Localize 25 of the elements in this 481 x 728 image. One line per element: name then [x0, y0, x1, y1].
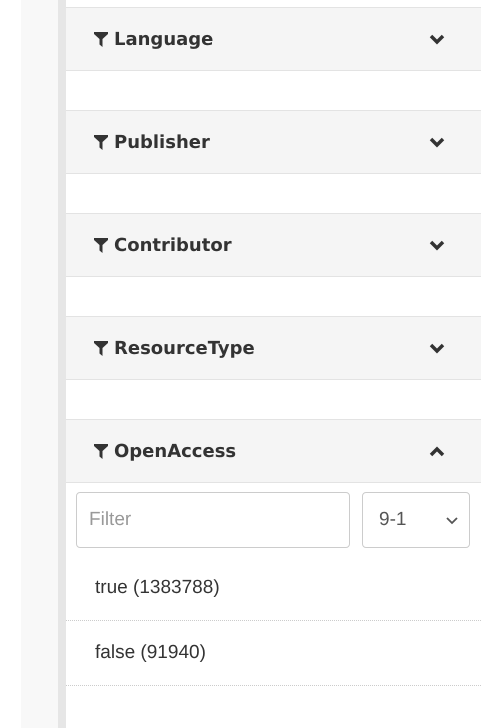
facet-title: OpenAccess [114, 440, 238, 464]
caret-icon [445, 516, 459, 524]
chevron-down-icon [429, 342, 445, 354]
chevron-down-icon [429, 240, 445, 250]
facet-header[interactable]: Language [66, 7, 481, 71]
facet-header[interactable]: Publisher [66, 110, 481, 174]
chevron-down-icon [429, 136, 445, 148]
facet-title: Publisher [114, 130, 211, 154]
facet-item[interactable]: false (91940) [66, 621, 481, 686]
facet-header[interactable]: Contributor [66, 213, 481, 277]
filter-icon [94, 238, 108, 252]
facet-title: ResourceType [114, 336, 256, 360]
sort-select[interactable]: 9-1 [362, 492, 470, 548]
chevron-up-icon [429, 446, 445, 456]
facet-title: Contributor [114, 234, 233, 258]
filter-icon [94, 444, 108, 458]
facet-header[interactable]: OpenAccess [66, 419, 481, 483]
facet-header[interactable]: ResourceType [66, 316, 481, 380]
filter-field[interactable]: Filter [76, 492, 350, 548]
filter-icon [94, 340, 108, 356]
chevron-down-icon [429, 34, 445, 44]
filter-icon [94, 134, 108, 150]
filter-icon [94, 32, 108, 46]
facet-title: Language [114, 28, 214, 52]
facet-item[interactable]: true (1383788) [66, 556, 481, 621]
